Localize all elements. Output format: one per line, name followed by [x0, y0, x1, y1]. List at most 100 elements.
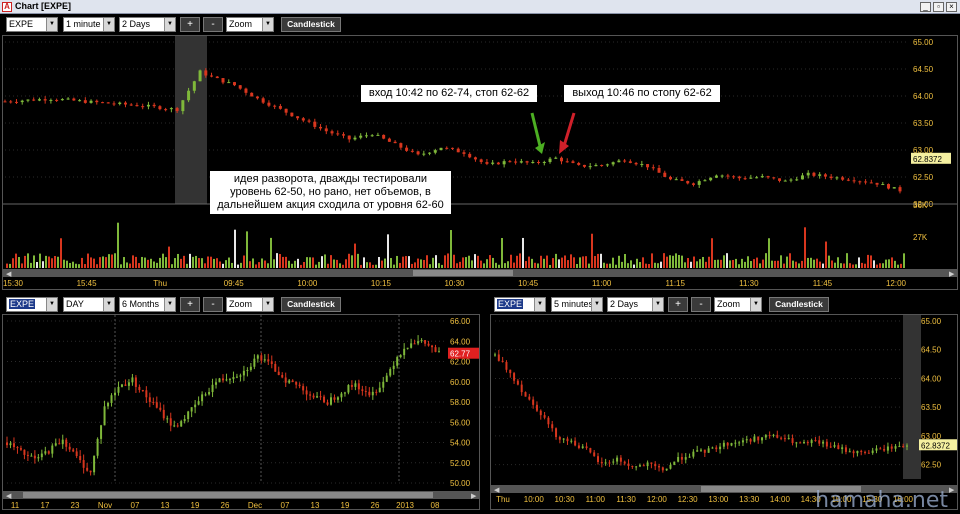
volume-bar — [657, 263, 659, 268]
candle-body — [221, 78, 225, 83]
candle-body — [688, 456, 691, 458]
dropdown-arrow-icon[interactable]: ▼ — [534, 298, 545, 311]
right-chart-type-button[interactable]: Candlestick — [769, 297, 829, 312]
top-zoom-in-button[interactable]: + — [180, 17, 200, 32]
candle-body — [296, 116, 300, 119]
right-zoom-in-button[interactable]: + — [668, 297, 688, 312]
top-zoom-out-button[interactable]: - — [203, 17, 223, 32]
volume-bar — [435, 255, 437, 268]
volume-bar — [138, 263, 140, 268]
candle-body — [146, 104, 150, 107]
volume-bar — [246, 231, 248, 268]
candle-body — [410, 343, 413, 348]
candle-body — [169, 108, 173, 110]
top-chart-pane[interactable]: 65.00 64.50 64.00 63.50 63.00 62.50 62.00 62.83… — [2, 35, 958, 290]
right-symbol-select[interactable]: EXPE ▼ — [494, 297, 546, 312]
left-symbol-select[interactable]: EXPE ▼ — [6, 297, 58, 312]
y-tick-label: 56.00 — [450, 418, 471, 427]
daily-chart-pane[interactable]: 66.00 64.00 62.00 60.00 58.00 56.00 54.00 52.00… — [2, 314, 480, 510]
candle-body — [343, 392, 346, 394]
top-range-select[interactable]: 2 Days ▼ — [119, 17, 176, 32]
volume-bar — [621, 261, 623, 268]
volume-bar — [513, 262, 515, 268]
daily-chart-svg[interactable]: 66.00 64.00 62.00 60.00 58.00 56.00 54.00 52.00… — [3, 315, 480, 510]
dropdown-arrow-icon[interactable]: ▼ — [262, 298, 273, 311]
candle-body — [528, 396, 531, 400]
right-zoom-select[interactable]: Zoom ▼ — [714, 297, 762, 312]
volume-bar — [837, 257, 839, 268]
volume-bar — [276, 253, 278, 268]
candle-body — [642, 465, 645, 467]
candle-body — [684, 457, 687, 460]
volume-bar — [420, 259, 422, 268]
volume-bar — [840, 263, 842, 268]
top-interval-select[interactable]: 1 minute ▼ — [63, 17, 115, 32]
volume-bar — [768, 238, 770, 268]
dropdown-arrow-icon[interactable]: ▼ — [652, 298, 663, 311]
minimize-icon[interactable]: _ — [920, 2, 931, 12]
right-range-select[interactable]: 2 Days ▼ — [607, 297, 664, 312]
top-chart-svg[interactable]: 65.0064.5064.0063.5063.0062.5062.0062.83… — [3, 36, 958, 290]
volume-bar — [693, 256, 695, 268]
candle-body — [833, 445, 836, 447]
left-range-select[interactable]: 6 Months ▼ — [119, 297, 176, 312]
dropdown-arrow-icon[interactable]: ▼ — [46, 18, 57, 31]
candle-body — [434, 347, 437, 352]
left-zoom-select[interactable]: Zoom ▼ — [226, 297, 274, 312]
volume-bar — [174, 258, 176, 268]
volume-bar — [66, 260, 68, 268]
left-zoom-in-button[interactable]: + — [180, 297, 200, 312]
candle-body — [491, 162, 495, 164]
candle-body — [657, 167, 661, 173]
right-interval-select[interactable]: 5 minutes ▼ — [551, 297, 603, 312]
volume-bar — [525, 261, 527, 268]
candle-body — [697, 181, 701, 185]
y-tick-label: 62.50 — [921, 461, 942, 470]
dropdown-arrow-icon[interactable]: ▼ — [262, 18, 273, 31]
candle-body — [646, 164, 650, 168]
candle-body — [215, 76, 219, 79]
candle-body — [148, 397, 151, 402]
candle-body — [829, 446, 832, 448]
volume-bar — [417, 258, 419, 268]
y-tick-label: 60.00 — [450, 378, 471, 387]
close-icon[interactable]: × — [946, 2, 957, 12]
dropdown-arrow-icon[interactable]: ▼ — [164, 18, 175, 31]
candle-body — [803, 442, 805, 444]
dropdown-arrow-icon[interactable]: ▼ — [164, 298, 175, 311]
candle-body — [273, 105, 277, 107]
top-zoom-select[interactable]: Zoom ▼ — [226, 17, 274, 32]
right-zoom-out-button[interactable]: - — [691, 297, 711, 312]
top-chart-type-button[interactable]: Candlestick — [281, 17, 341, 32]
dropdown-arrow-icon[interactable]: ▼ — [591, 298, 602, 311]
volume-bar — [321, 256, 323, 268]
volume-bar — [735, 258, 737, 268]
intraday-5min-chart-svg[interactable]: 65.0064.5064.0063.5063.0062.5062.8372◀ ▶T… — [491, 315, 958, 510]
volume-bar — [639, 262, 641, 268]
volume-bar — [699, 259, 701, 268]
left-interval-select[interactable]: DAY ▼ — [63, 297, 115, 312]
dropdown-arrow-icon[interactable]: ▼ — [103, 298, 114, 311]
candle-body — [173, 425, 176, 427]
volume-bar — [393, 264, 395, 268]
volume-bar — [225, 260, 227, 268]
top-symbol-select[interactable]: EXPE ▼ — [6, 17, 58, 32]
dropdown-arrow-icon[interactable]: ▼ — [750, 298, 761, 311]
candle-body — [159, 407, 162, 410]
left-zoom-out-button[interactable]: - — [203, 297, 223, 312]
volume-bar — [366, 262, 368, 268]
candle-body — [768, 435, 771, 437]
dropdown-arrow-icon[interactable]: ▼ — [103, 18, 114, 31]
intraday-5min-chart-pane[interactable]: 65.00 64.50 64.00 63.50 63.00 62.50 62.8372 ◀ ▶ T… — [490, 314, 958, 510]
x-tick-label: 19 — [341, 501, 350, 510]
candle-body — [324, 128, 328, 132]
volume-bar — [855, 264, 857, 268]
dropdown-arrow-icon[interactable]: ▼ — [46, 298, 57, 311]
left-chart-type-button[interactable]: Candlestick — [281, 297, 341, 312]
volume-bar — [846, 253, 848, 268]
candle-body — [898, 446, 901, 448]
restore-icon[interactable]: ▫ — [933, 2, 944, 12]
candle-body — [737, 176, 741, 179]
volume-bar — [105, 257, 107, 268]
candle-body — [494, 354, 496, 356]
